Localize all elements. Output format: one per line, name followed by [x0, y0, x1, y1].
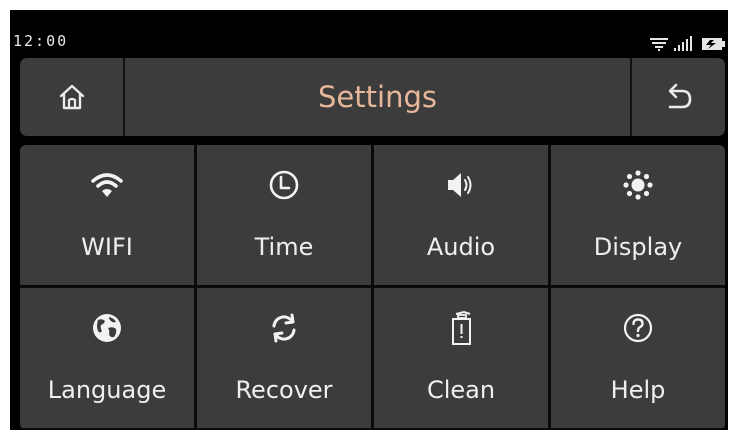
- tile-clean[interactable]: Clean: [374, 288, 548, 428]
- tile-label: Time: [254, 233, 314, 261]
- tile-label: Display: [593, 233, 683, 261]
- home-button[interactable]: [20, 58, 125, 136]
- clock-icon: [269, 170, 299, 200]
- brightness-icon: [623, 170, 653, 200]
- status-bar: 12:00: [10, 10, 728, 52]
- tile-recover[interactable]: Recover: [197, 288, 371, 428]
- battery-charging-icon: [702, 38, 725, 50]
- trash-icon: [452, 310, 471, 345]
- device-screen: 12:00 Settings WIFI Time Audio Display L…: [10, 10, 728, 430]
- header-bar: Settings: [20, 58, 725, 136]
- refresh-icon: [272, 313, 296, 343]
- status-clock: 12:00: [13, 32, 69, 50]
- tile-language[interactable]: Language: [20, 288, 194, 428]
- tile-label: WIFI: [81, 233, 133, 261]
- signal-icon: [674, 36, 692, 51]
- tile-help[interactable]: Help: [551, 288, 725, 428]
- settings-grid: WIFI Time Audio Display Language Recover…: [20, 145, 725, 430]
- tile-label: Recover: [235, 376, 333, 404]
- tile-label: Clean: [426, 376, 496, 404]
- speaker-icon: [448, 173, 472, 197]
- home-icon: [59, 84, 84, 110]
- tile-label: Language: [47, 376, 167, 404]
- tile-audio[interactable]: Audio: [374, 145, 548, 285]
- back-arrow-icon: [668, 83, 691, 109]
- help-icon: [623, 313, 653, 343]
- status-icons-svg: [650, 36, 725, 51]
- back-button[interactable]: [630, 58, 725, 136]
- page-title: Settings: [318, 80, 437, 114]
- globe-icon: [93, 314, 121, 342]
- wifi-icon: [91, 173, 123, 197]
- status-icons: [648, 32, 726, 52]
- tile-label: Help: [610, 376, 666, 404]
- tile-label: Audio: [426, 233, 496, 261]
- tile-wifi[interactable]: WIFI: [20, 145, 194, 285]
- tile-display[interactable]: Display: [551, 145, 725, 285]
- wifi-icon: [650, 38, 668, 51]
- tile-time[interactable]: Time: [197, 145, 371, 285]
